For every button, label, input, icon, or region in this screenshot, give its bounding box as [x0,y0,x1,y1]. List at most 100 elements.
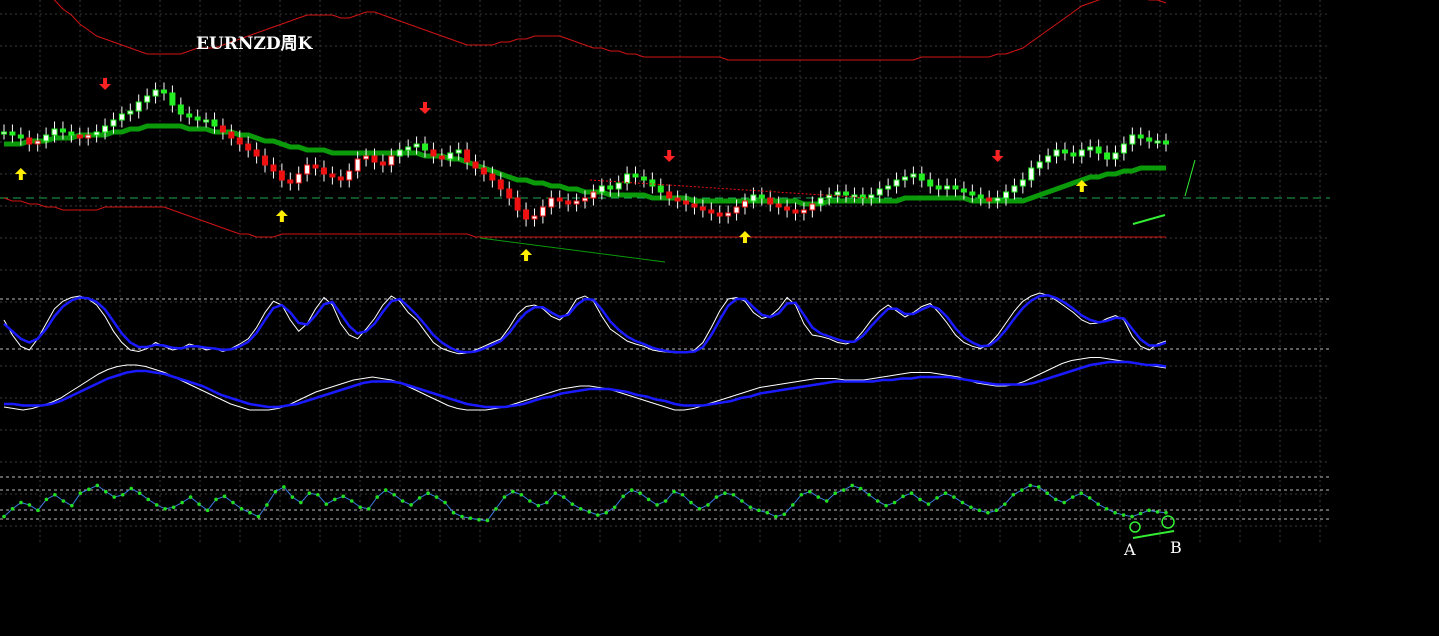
rsi-point [299,500,303,505]
rsi-point [977,508,982,513]
candle-body [304,164,311,175]
candle-body [531,215,538,220]
rsi-point [316,492,320,497]
rsi-point [1096,502,1100,506]
candle-body [152,89,159,97]
candle-body [1095,146,1102,154]
candle-body [76,134,83,139]
candle-body [615,182,622,190]
rsi-point [341,494,346,499]
candle-body [1028,167,1035,181]
candle-body [287,179,294,184]
rsi-point [180,500,184,505]
candle-body [1087,146,1094,151]
candle-body [438,155,445,160]
candle-body [506,188,513,199]
candle-body [1129,134,1136,145]
candle-body [1011,185,1018,193]
rsi-point [1053,497,1058,502]
rsi-point [943,491,948,496]
rsi-point [545,500,549,505]
rsi-point [239,507,244,511]
rsi-point [663,499,668,503]
rsi-point [901,494,905,499]
rsi-point [409,503,413,507]
candle-body [1019,179,1026,187]
candle-body [809,203,816,211]
candle-body [144,95,151,103]
rsi-point [129,486,134,491]
candle-body [312,164,319,169]
candle-body [927,179,934,187]
rsi-point [434,495,439,499]
rsi-point [994,508,999,513]
candle-body [472,161,479,169]
candle-body [68,131,75,136]
candle-body [371,155,378,163]
candle-body [944,185,951,190]
candle-body [1036,161,1043,169]
candle-body [733,206,740,214]
candle-body [758,194,765,199]
candle-body [329,173,336,178]
rsi-point [774,514,778,519]
candle-body [135,101,142,112]
rsi-point [282,485,286,489]
candle-body [388,155,395,166]
rsi-point [561,495,566,499]
candle-body [320,167,327,175]
rsi-point [757,508,761,513]
candle-body [935,185,942,190]
rsi-point [154,503,159,507]
candle-body [1120,143,1127,154]
rsi-point [1062,500,1067,505]
rsi-point [19,500,23,505]
candle-body [26,137,33,145]
rsi-point [460,514,464,519]
candle-body [573,200,580,205]
candle-body [691,203,698,208]
candle-body [262,155,269,166]
candle-body [236,137,243,145]
candle-body [843,191,850,196]
candle-body [565,200,572,205]
annotation-a: A [1124,540,1136,559]
rsi-point [612,505,617,510]
annotation-b: B [1170,538,1182,557]
rsi-point [1011,492,1016,497]
rsi-point [791,503,795,507]
rsi-point [36,508,40,513]
rsi-point [714,495,719,499]
rsi-point [95,483,100,488]
candle-body [784,206,791,211]
candle-body [750,194,757,202]
candle-body [228,131,235,139]
candle-body [590,191,597,199]
rsi-point [70,503,74,508]
rsi-point [417,496,422,500]
rsi-point [27,503,32,507]
candle-body [118,113,125,121]
candle-body [598,185,605,193]
candle-body [607,185,614,190]
rsi-point [731,492,736,497]
candle-body [994,197,1001,202]
candle-body [901,176,908,181]
candle-body [51,128,58,136]
rsi-point [511,489,515,494]
rsi-point [1130,514,1134,519]
rsi-point [689,500,693,505]
rsi-point [188,495,193,499]
candle-body [1104,152,1111,160]
candle-body [960,188,967,193]
candle-body [455,149,462,154]
rsi-point [120,492,125,497]
rsi-point [78,491,83,496]
chart-canvas [0,0,1439,636]
rsi-point [1070,495,1075,499]
candle-body [480,167,487,175]
candle-body [624,173,631,184]
rsi-point [205,508,210,513]
candle-body [346,170,353,181]
rsi-point [841,488,846,492]
